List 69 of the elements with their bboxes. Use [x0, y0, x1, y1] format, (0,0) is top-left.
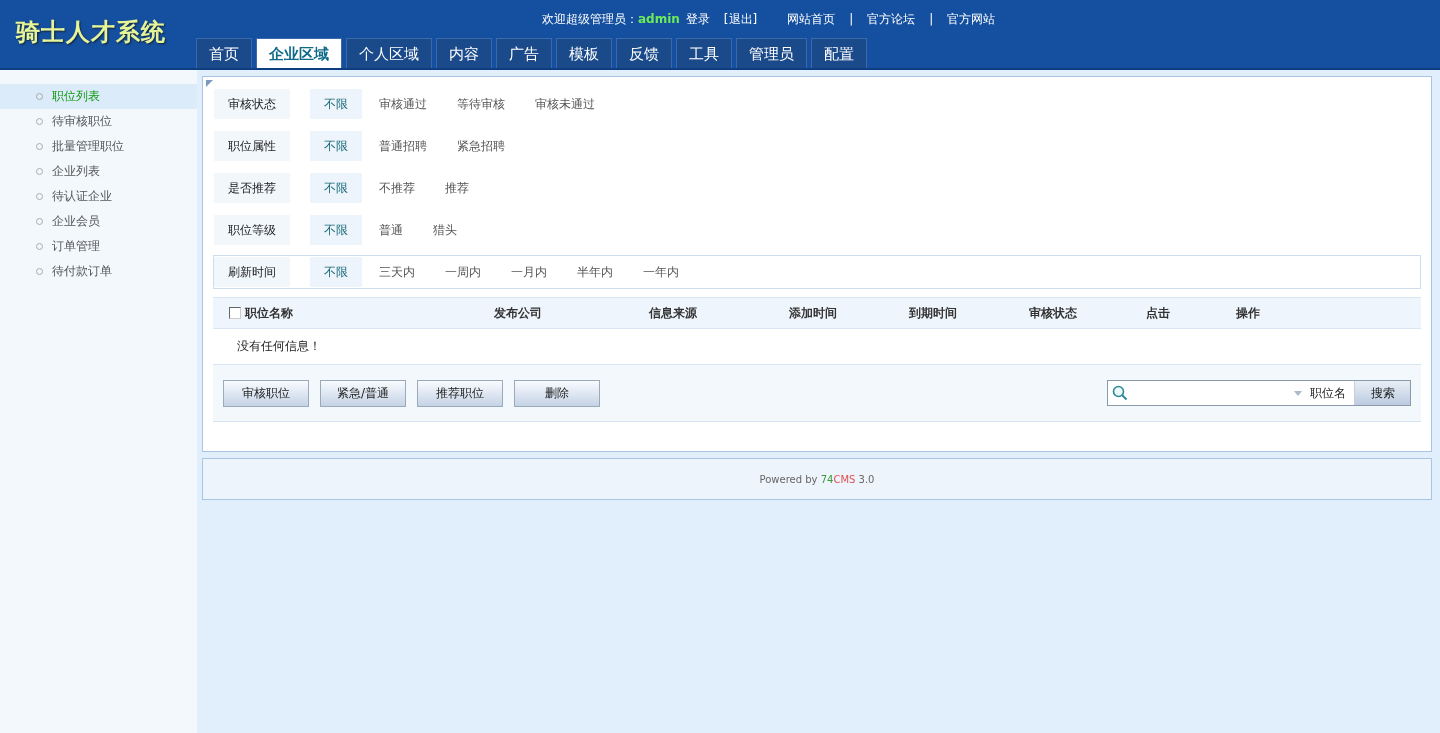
column-header: 发布公司: [494, 305, 542, 320]
sidebar-item[interactable]: 批量管理职位: [0, 134, 197, 159]
sidebar-item[interactable]: 订单管理: [0, 234, 197, 259]
sidebar-item[interactable]: 企业会员: [0, 209, 197, 234]
filter-label: 职位属性: [214, 131, 290, 161]
nav-tab[interactable]: 广告: [496, 38, 552, 68]
column-header: 到期时间: [909, 305, 957, 320]
sidebar-item[interactable]: 待认证企业: [0, 184, 197, 209]
header-link[interactable]: 官方论坛: [867, 10, 916, 28]
filter-option[interactable]: 推荐: [432, 173, 482, 203]
welcome-text: 欢迎超级管理员：admin: [542, 10, 681, 28]
filter-label: 职位等级: [214, 215, 290, 245]
logout-link[interactable]: [退出]: [723, 10, 758, 28]
search-icon: [1112, 385, 1128, 401]
nav-tab[interactable]: 企业区域: [256, 38, 342, 68]
filter-option[interactable]: 审核未通过: [522, 89, 608, 119]
column-header: 职位名称: [245, 304, 293, 322]
filter-option[interactable]: 不限: [310, 173, 362, 203]
filter-option[interactable]: 不限: [310, 89, 362, 119]
filter-label: 刷新时间: [214, 257, 290, 287]
filter-option[interactable]: 紧急招聘: [444, 131, 518, 161]
nav-tab[interactable]: 反馈: [616, 38, 672, 68]
separator: |: [929, 12, 934, 26]
action-button[interactable]: 删除: [514, 379, 600, 407]
sidebar-item[interactable]: 企业列表: [0, 159, 197, 184]
filter-option[interactable]: 不限: [310, 131, 362, 161]
sidebar-item[interactable]: 待审核职位: [0, 109, 197, 134]
filter-label: 审核状态: [214, 89, 290, 119]
search-button[interactable]: 搜索: [1354, 381, 1410, 405]
column-header: 添加时间: [789, 305, 837, 320]
header-link[interactable]: 网站首页: [787, 10, 836, 28]
select-all-checkbox[interactable]: [229, 307, 241, 319]
filter-option[interactable]: 普通招聘: [366, 131, 440, 161]
filter-option[interactable]: 猎头: [420, 215, 470, 245]
footer-text: Powered by 74CMS 3.0: [759, 473, 875, 485]
filter-label: 是否推荐: [214, 173, 290, 203]
logo: 骑士人才系统: [14, 17, 167, 48]
nav-tab[interactable]: 管理员: [736, 38, 807, 68]
filter-option[interactable]: 一月内: [498, 257, 560, 287]
empty-message: 没有任何信息！: [237, 338, 321, 355]
nav-tab[interactable]: 首页: [196, 38, 252, 68]
search-type-select[interactable]: 职位名: [1294, 384, 1354, 402]
filter-option[interactable]: 不限: [310, 215, 362, 245]
filter-option[interactable]: 一周内: [432, 257, 494, 287]
nav-tab[interactable]: 配置: [811, 38, 867, 68]
filter-option[interactable]: 审核通过: [366, 89, 440, 119]
filter-option[interactable]: 半年内: [564, 257, 626, 287]
action-button[interactable]: 紧急/普通: [320, 379, 406, 407]
nav-tab[interactable]: 个人区域: [346, 38, 432, 68]
header-link[interactable]: 官方网站: [947, 10, 996, 28]
search-field[interactable]: 职位名 搜索: [1107, 380, 1411, 406]
nav-tab[interactable]: 内容: [436, 38, 492, 68]
login-link[interactable]: 登录: [685, 10, 710, 28]
column-header: 审核状态: [1029, 305, 1077, 320]
filter-option[interactable]: 一年内: [630, 257, 692, 287]
sidebar-item[interactable]: 待付款订单: [0, 259, 197, 284]
action-button[interactable]: 审核职位: [223, 379, 309, 407]
filter-option[interactable]: 三天内: [366, 257, 428, 287]
filter-option[interactable]: 等待审核: [444, 89, 518, 119]
column-header: 信息来源: [649, 305, 697, 320]
column-header: 点击: [1146, 305, 1170, 320]
filter-option[interactable]: 普通: [366, 215, 416, 245]
filter-option[interactable]: 不限: [310, 257, 362, 287]
nav-tab[interactable]: 模板: [556, 38, 612, 68]
nav-tab[interactable]: 工具: [676, 38, 732, 68]
action-button[interactable]: 推荐职位: [417, 379, 503, 407]
column-header: 操作: [1236, 305, 1260, 320]
filter-option[interactable]: 不推荐: [366, 173, 428, 203]
separator: |: [849, 12, 854, 26]
